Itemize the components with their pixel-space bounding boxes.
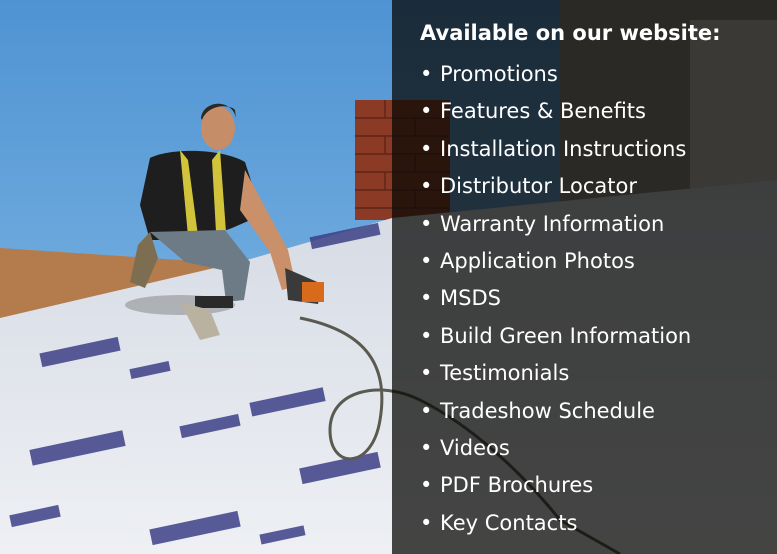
list-item-pdf-brochures: • PDF Brochures (420, 467, 691, 504)
list-item-key-contacts: • Key Contacts (420, 505, 691, 542)
list-item-tradeshow-schedule: • Tradeshow Schedule (420, 393, 691, 430)
list-item-label: Build Green Information (440, 323, 692, 348)
list-item-features-benefits: • Features & Benefits (420, 93, 691, 130)
bullet-icon: • (420, 361, 433, 386)
list-item-warranty-information: • Warranty Information (420, 206, 691, 243)
list-item-label: Warranty Information (440, 211, 665, 236)
list-item-label: MSDS (440, 286, 501, 311)
list-item-label: PDF Brochures (440, 473, 594, 498)
list-item-label: Testimonials (440, 361, 570, 386)
bullet-icon: • (420, 99, 433, 124)
bullet-icon: • (420, 473, 433, 498)
panel-heading: Available on our website: (420, 21, 721, 45)
list-item-installation-instructions: • Installation Instructions (420, 131, 691, 168)
bullet-icon: • (420, 435, 433, 460)
bullet-icon: • (420, 286, 433, 311)
list-item-label: Promotions (440, 62, 558, 86)
website-features-list: • Promotions • Features & Benefits • Instal… (420, 56, 691, 542)
list-item-videos: • Videos (420, 430, 691, 467)
list-item-label: Application Photos (440, 248, 635, 273)
list-item-label: Tradeshow Schedule (440, 398, 655, 423)
list-item-label: Distributor Locator (440, 174, 637, 199)
bullet-icon: • (420, 211, 433, 236)
bullet-icon: • (420, 510, 433, 535)
list-item-msds: • MSDS (420, 280, 691, 317)
bullet-icon: • (420, 248, 433, 273)
list-item-testimonials: • Testimonials (420, 355, 691, 392)
bullet-icon: • (420, 398, 433, 423)
list-item-distributor-locator: • Distributor Locator (420, 168, 691, 205)
list-item-label: Installation Instructions (440, 136, 687, 161)
bullet-icon: • (420, 136, 433, 161)
list-item-label: Key Contacts (440, 510, 578, 535)
bullet-icon: • (420, 174, 433, 199)
list-item-label: Features & Benefits (440, 99, 646, 124)
list-item-build-green-information: • Build Green Information (420, 318, 691, 355)
bullet-icon: • (420, 323, 433, 348)
bullet-icon: • (420, 62, 433, 86)
list-item-application-photos: • Application Photos (420, 243, 691, 280)
list-item-promotions: • Promotions (420, 56, 691, 93)
promo-banner: Available on our website: • Promotions • F… (0, 0, 777, 554)
list-item-label: Videos (440, 435, 510, 460)
